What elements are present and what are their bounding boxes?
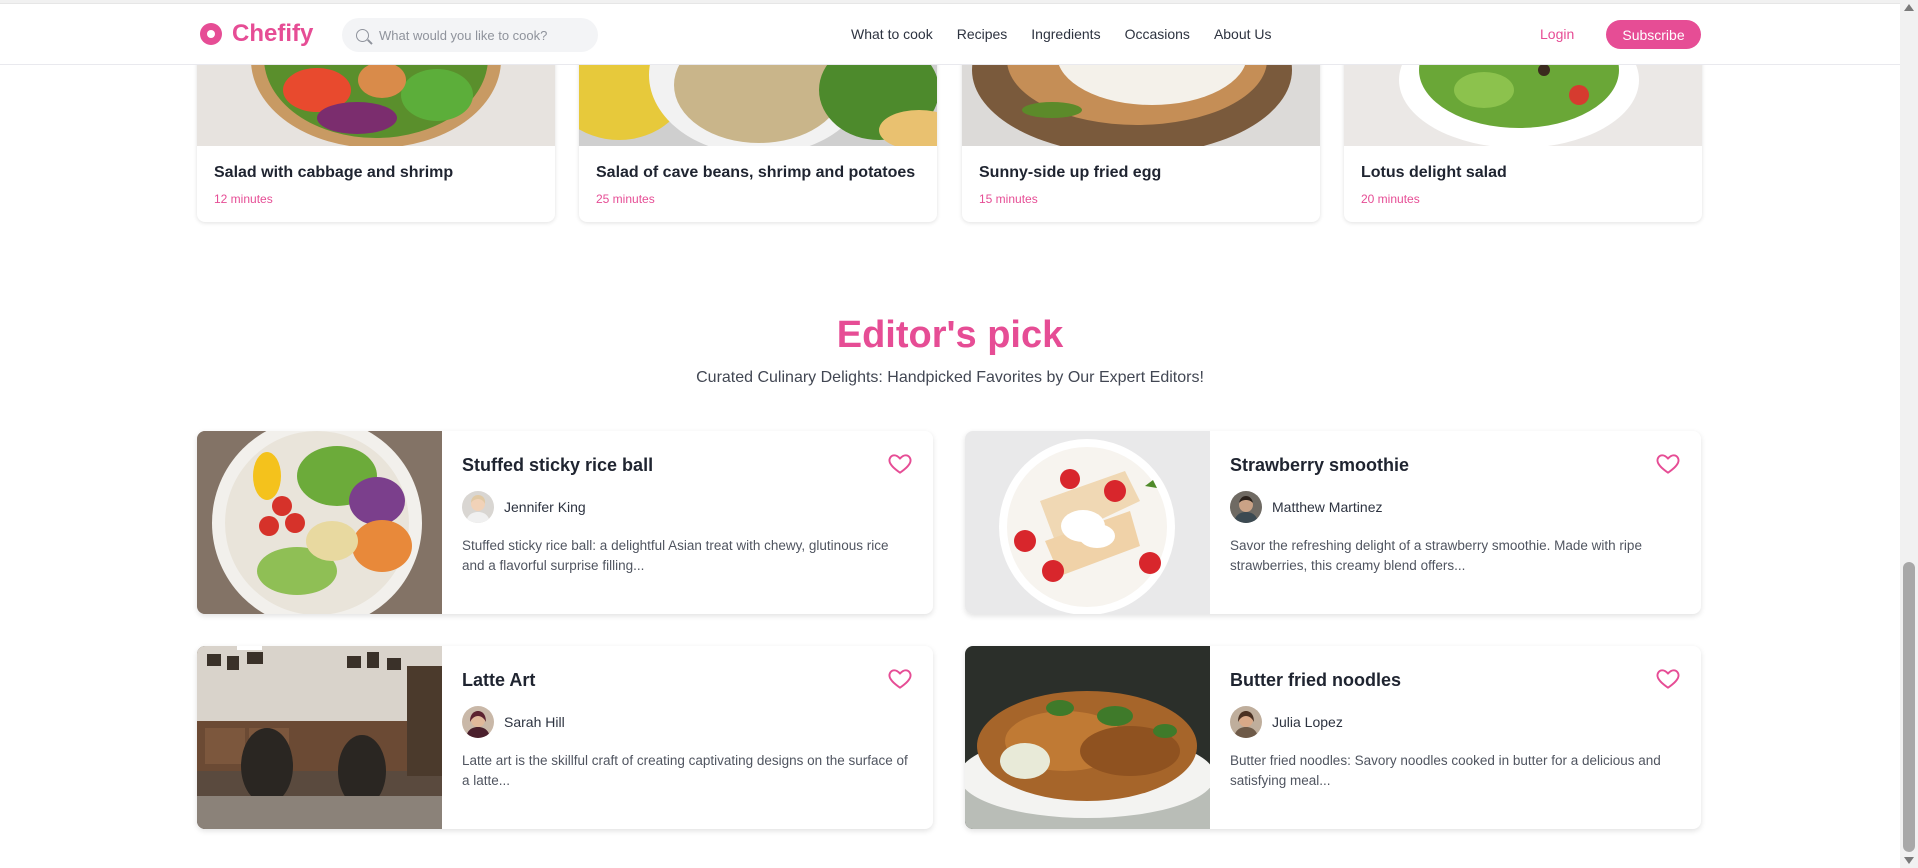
section-title: Editor's pick xyxy=(836,314,1064,356)
brand-name: Chefify xyxy=(232,20,314,47)
avatar xyxy=(462,706,494,738)
recipe-card[interactable]: Sunny-side up fried egg 15 minutes xyxy=(962,40,1320,222)
main-nav: What to cook Recipes Ingredients Occasio… xyxy=(851,26,1272,42)
editor-pick-image xyxy=(197,431,442,614)
avatar xyxy=(1230,706,1262,738)
scrollbar[interactable] xyxy=(1900,0,1918,868)
editor-pick-card[interactable]: Stuffed sticky rice ball Jennifer King S… xyxy=(197,431,933,614)
heart-icon[interactable] xyxy=(887,451,913,477)
nav-item-recipes[interactable]: Recipes xyxy=(957,26,1008,42)
recipe-title: Sunny-side up fried egg xyxy=(979,164,1162,181)
search-input[interactable] xyxy=(379,27,579,43)
recipe-time: 15 minutes xyxy=(979,192,1038,206)
editor-pick-author: Julia Lopez xyxy=(1230,706,1343,738)
heart-icon[interactable] xyxy=(1655,451,1681,477)
editor-pick-title[interactable]: Latte Art xyxy=(462,670,535,691)
editor-pick-image xyxy=(965,646,1210,829)
brand-logo-icon xyxy=(200,23,222,45)
editor-pick-image xyxy=(197,646,442,829)
recipe-card[interactable]: Salad with cabbage and shrimp 12 minutes xyxy=(197,40,555,222)
scroll-down-arrow-icon[interactable] xyxy=(1904,857,1914,864)
editor-pick-description: Latte art is the skillful craft of creat… xyxy=(462,753,908,788)
author-name: Sarah Hill xyxy=(504,714,565,730)
recipe-title: Salad with cabbage and shrimp xyxy=(214,164,454,181)
recipe-title: Lotus delight salad xyxy=(1361,164,1507,181)
scroll-up-arrow-icon[interactable] xyxy=(1904,4,1914,11)
brand[interactable]: Chefify xyxy=(200,20,313,48)
search-icon xyxy=(356,28,369,42)
editor-pick-author: Matthew Martinez xyxy=(1230,491,1382,523)
search-box[interactable] xyxy=(342,18,598,52)
editor-pick-description: Stuffed sticky rice ball: a delightful A… xyxy=(462,538,889,573)
editor-pick-card[interactable]: Strawberry smoothie Matthew Martinez Sav… xyxy=(965,431,1701,614)
section-subtitle: Curated Culinary Delights: Handpicked Fa… xyxy=(696,369,1204,386)
author-name: Jennifer King xyxy=(504,499,586,515)
nav-item-what-to-cook[interactable]: What to cook xyxy=(851,26,933,42)
editor-pick-image xyxy=(965,431,1210,614)
nav-item-about-us[interactable]: About Us xyxy=(1214,26,1272,42)
author-name: Julia Lopez xyxy=(1272,714,1343,730)
nav-item-ingredients[interactable]: Ingredients xyxy=(1031,26,1100,42)
heart-icon[interactable] xyxy=(1655,666,1681,692)
scroll-thumb[interactable] xyxy=(1903,562,1915,852)
heart-icon[interactable] xyxy=(887,666,913,692)
browser-top-strip xyxy=(0,0,1900,4)
recipe-time: 20 minutes xyxy=(1361,192,1420,206)
editor-pick-description: Butter fried noodles: Savory noodles coo… xyxy=(1230,753,1661,788)
avatar xyxy=(462,491,494,523)
recipe-card[interactable]: Lotus delight salad 20 minutes xyxy=(1344,40,1702,222)
subscribe-button[interactable]: Subscribe xyxy=(1606,20,1701,49)
recipe-title: Salad of cave beans, shrimp and potatoes xyxy=(596,164,916,181)
editor-pick-title[interactable]: Butter fried noodles xyxy=(1230,670,1401,691)
nav-item-occasions[interactable]: Occasions xyxy=(1125,26,1190,42)
site-header: Chefify What to cook Recipes Ingredients… xyxy=(0,5,1900,65)
recipe-card[interactable]: Salad of cave beans, shrimp and potatoes… xyxy=(579,40,937,222)
editor-pick-title[interactable]: Strawberry smoothie xyxy=(1230,455,1409,476)
editor-pick-card[interactable]: Latte Art Sarah Hill Latte art is the sk… xyxy=(197,646,933,829)
login-link[interactable]: Login xyxy=(1540,26,1574,42)
editor-pick-author: Jennifer King xyxy=(462,491,586,523)
editor-pick-title[interactable]: Stuffed sticky rice ball xyxy=(462,455,653,476)
avatar xyxy=(1230,491,1262,523)
recipe-time: 12 minutes xyxy=(214,192,273,206)
editor-pick-card[interactable]: Butter fried noodles Julia Lopez Butter … xyxy=(965,646,1701,829)
editor-pick-author: Sarah Hill xyxy=(462,706,565,738)
author-name: Matthew Martinez xyxy=(1272,499,1383,515)
recipe-time: 25 minutes xyxy=(596,192,655,206)
editor-pick-description: Savor the refreshing delight of a strawb… xyxy=(1230,538,1642,573)
